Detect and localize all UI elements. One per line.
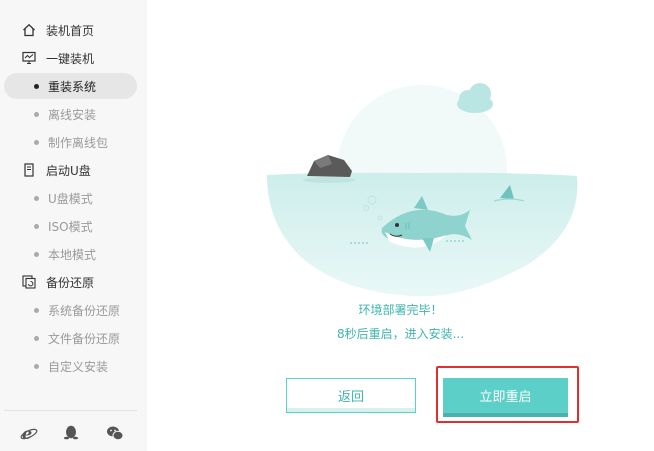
monitor-icon — [22, 51, 36, 65]
sidebar-item-boot-usb[interactable]: 启动U盘 — [4, 157, 137, 183]
sidebar-item-label: 本地模式 — [48, 247, 97, 262]
main-panel: 环境部署完毕！ 8秒后重启，进入安装... 返回 立即重启 — [147, 0, 654, 451]
sidebar-item-system-backup-restore[interactable]: 系统备份还原 — [4, 297, 137, 323]
bullet-icon — [34, 308, 39, 313]
restart-button-highlight — [436, 366, 579, 423]
sidebar-item-label: ISO模式 — [48, 219, 93, 234]
sidebar-item-label: 启动U盘 — [46, 163, 91, 178]
sidebar-item-iso-mode[interactable]: ISO模式 — [4, 213, 137, 239]
backup-icon — [22, 275, 36, 289]
bullet-icon — [34, 252, 39, 257]
sidebar-item-label: 一键装机 — [46, 51, 95, 66]
qq-penguin-icon[interactable] — [62, 424, 80, 442]
sidebar-item-label: 制作离线包 — [48, 135, 109, 150]
ie-browser-icon[interactable]: e — [20, 424, 38, 442]
sidebar-divider — [4, 410, 137, 411]
status-title: 环境部署完毕！ — [358, 303, 443, 317]
sidebar-item-one-click-install[interactable]: 一键装机 — [4, 45, 137, 71]
sidebar: 装机首页 一键装机 重装系统 离线安装 制作离线包 启动U盘 U盘模式 ISO模… — [0, 0, 147, 451]
sidebar-item-label: 文件备份还原 — [48, 331, 121, 346]
sidebar-item-label: U盘模式 — [48, 191, 93, 206]
sidebar-item-custom-install[interactable]: 自定义安装 — [4, 353, 137, 379]
sidebar-item-label: 装机首页 — [46, 23, 95, 38]
shark-sea-illustration — [267, 65, 578, 297]
sidebar-item-make-offline-package[interactable]: 制作离线包 — [4, 129, 137, 155]
bullet-icon — [34, 140, 39, 145]
bullet-icon — [34, 84, 39, 89]
sidebar-item-label: 自定义安装 — [48, 359, 109, 374]
sidebar-item-local-mode[interactable]: 本地模式 — [4, 241, 137, 267]
bullet-icon — [34, 224, 39, 229]
bullet-icon — [34, 112, 39, 117]
bullet-icon — [34, 364, 39, 369]
sidebar-item-label: 系统备份还原 — [48, 303, 121, 318]
sidebar-item-label: 备份还原 — [46, 275, 95, 290]
sidebar-item-file-backup-restore[interactable]: 文件备份还原 — [4, 325, 137, 351]
back-button[interactable]: 返回 — [286, 378, 416, 413]
sidebar-item-offline-install[interactable]: 离线安装 — [4, 101, 137, 127]
sidebar-item-home[interactable]: 装机首页 — [4, 17, 137, 43]
home-icon — [23, 23, 35, 37]
bullet-icon — [34, 196, 39, 201]
sidebar-item-label: 离线安装 — [48, 107, 97, 122]
sidebar-item-backup-restore[interactable]: 备份还原 — [4, 269, 137, 295]
sidebar-item-reinstall-system[interactable]: 重装系统 — [4, 73, 137, 99]
sidebar-item-usb-mode[interactable]: U盘模式 — [4, 185, 137, 211]
restart-countdown: 8秒后重启，进入安装... — [336, 327, 465, 341]
bullet-icon — [34, 336, 39, 341]
wechat-icon[interactable] — [106, 424, 124, 442]
usb-drive-icon — [24, 163, 34, 177]
sidebar-item-label: 重装系统 — [48, 79, 97, 94]
